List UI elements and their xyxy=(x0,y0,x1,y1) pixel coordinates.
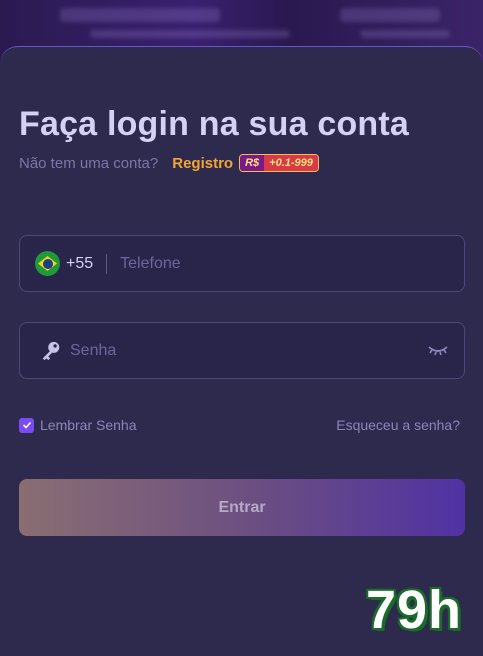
phone-input[interactable]: Telefone xyxy=(120,255,181,273)
remember-label[interactable]: Lembrar Senha xyxy=(40,417,137,433)
eye-closed-icon[interactable] xyxy=(428,343,448,357)
login-panel: Faça login na sua conta Não tem uma cont… xyxy=(0,46,483,656)
blurred-banner-text xyxy=(60,8,220,22)
phone-field[interactable]: +55 Telefone xyxy=(19,235,465,292)
bonus-value: +0.1-999 xyxy=(264,155,318,171)
blurred-banner-text xyxy=(90,30,290,38)
blurred-banner-text xyxy=(340,8,440,22)
remember-checkbox[interactable] xyxy=(19,417,34,433)
bonus-badge[interactable]: R$ +0.1-999 xyxy=(239,154,319,172)
login-button-label: Entrar xyxy=(218,498,266,516)
check-icon xyxy=(22,421,31,429)
page-title: Faça login na sua conta xyxy=(19,105,410,143)
bonus-currency: R$ xyxy=(240,155,265,171)
forgot-password-link[interactable]: Esqueceu a senha? xyxy=(336,417,460,433)
login-button[interactable]: Entrar xyxy=(19,479,465,536)
remember-password[interactable]: Lembrar Senha xyxy=(19,417,137,433)
key-icon xyxy=(42,341,60,360)
brazil-flag-icon[interactable] xyxy=(35,251,60,276)
register-link[interactable]: Registro xyxy=(172,155,233,172)
register-row: Não tem uma conta? Registro R$ +0.1-999 xyxy=(19,153,319,173)
password-input[interactable]: Senha xyxy=(70,342,116,360)
field-divider xyxy=(106,253,108,274)
watermark-logo: 79h xyxy=(365,580,462,640)
blurred-banner-text xyxy=(360,30,450,38)
country-code[interactable]: +55 xyxy=(66,255,93,273)
no-account-text: Não tem uma conta? xyxy=(19,154,159,172)
password-field[interactable]: Senha xyxy=(19,322,465,379)
